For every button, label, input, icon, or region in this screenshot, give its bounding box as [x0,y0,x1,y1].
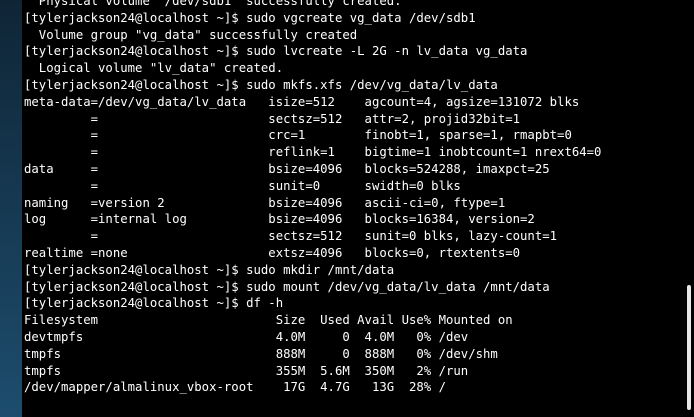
terminal-line: = sectsz=512 attr=2, projid32bit=1 [24,111,521,126]
terminal-line: devtmpfs 4.0M 0 4.0M 0% /dev [24,329,469,344]
terminal-line: [tylerjackson24@localhost ~]$ sudo vgcre… [24,10,476,25]
scrollbar-thumb[interactable] [687,285,691,410]
terminal-line: /dev/mapper/almalinux_vbox-root 17G 4.7G… [24,380,446,395]
terminal-line: log =internal log bsize=4096 blocks=1638… [24,212,535,227]
terminal-line: Filesystem Size Used Avail Use% Mounted … [24,313,513,328]
terminal-line: Physical volume "/dev/sdb1" successfully… [24,0,402,8]
terminal-line: [tylerjackson24@localhost ~]$ sudo mount… [24,279,550,294]
terminal-line: = sectsz=512 sunit=0 blks, lazy-count=1 [24,229,558,244]
terminal-line: naming =version 2 bsize=4096 ascii-ci=0,… [24,195,506,210]
terminal-scrollbar[interactable] [684,0,694,417]
terminal-line: [tylerjackson24@localhost ~]$ sudo lvcre… [24,44,528,59]
terminal-line: Logical volume "lv_data" created. [24,61,284,76]
terminal-line: = sunit=0 swidth=0 blks [24,178,461,193]
terminal-line: [tylerjackson24@localhost ~]$ df -h [24,296,284,311]
terminal-line: = reflink=1 bigtime=1 inobtcount=1 nrext… [24,145,602,160]
terminal-line: Volume group "vg_data" successfully crea… [24,27,358,42]
terminal-line: [tylerjackson24@localhost ~]$ sudo mkdir… [24,262,395,277]
terminal-line: realtime =none extsz=4096 blocks=0, rtex… [24,245,521,260]
terminal-output: Physical volume "/dev/sdb1" successfully… [24,0,601,396]
terminal-line: [tylerjackson24@localhost ~]$ sudo mkfs.… [24,77,498,92]
terminal-line: = crc=1 finobt=1, sparse=1, rmapbt=0 [24,128,572,143]
terminal-line: tmpfs 355M 5.6M 350M 2% /run [24,363,469,378]
terminal-line: meta-data=/dev/vg_data/lv_data isize=512… [24,94,580,109]
terminal-line: data = bsize=4096 blocks=524288, imaxpct… [24,161,550,176]
desktop-panel-strip [0,0,22,417]
terminal-window[interactable]: Physical volume "/dev/sdb1" successfully… [22,0,684,417]
terminal-line: tmpfs 888M 0 888M 0% /dev/shm [24,346,498,361]
